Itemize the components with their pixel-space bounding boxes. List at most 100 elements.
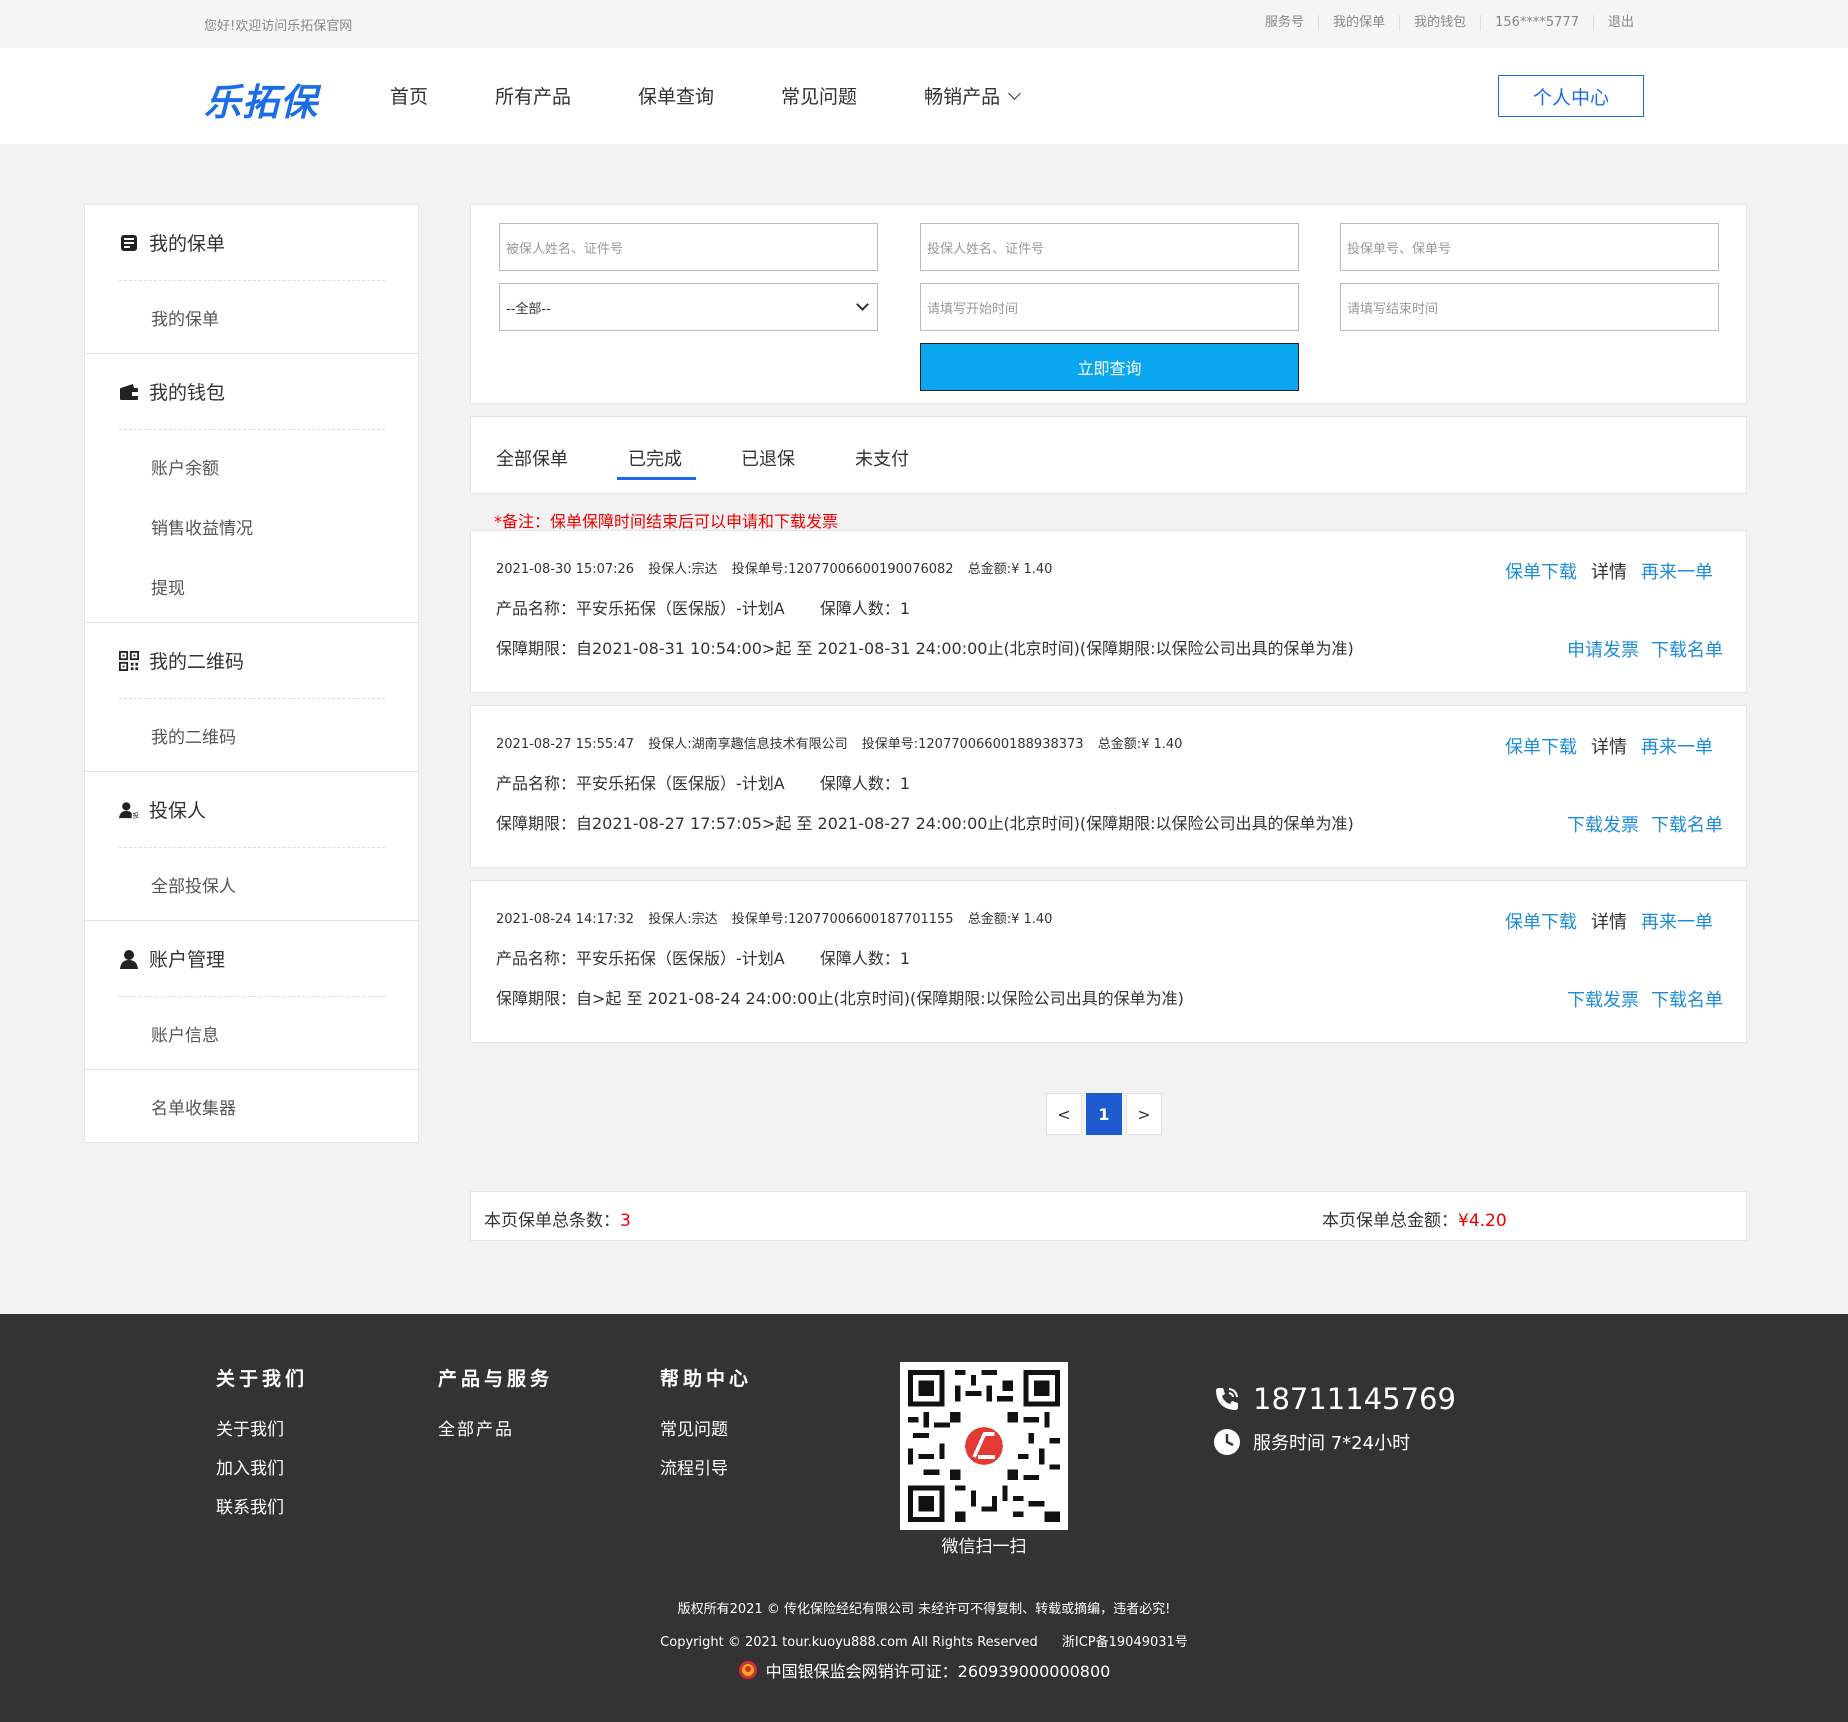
sidebar-section-applicant: 投 投保人 全部投保人 — [85, 772, 418, 921]
footer-link[interactable]: 全部产品 — [438, 1415, 553, 1440]
license-line: 中国银保监会网销许可证：260939000000800 — [0, 1658, 1848, 1682]
page-button-current[interactable]: 1 — [1086, 1093, 1122, 1135]
tab-all[interactable]: 全部保单 — [496, 445, 568, 471]
sidebar-item-withdraw[interactable]: 提现 — [119, 556, 385, 616]
service-account-link[interactable]: 服务号 — [1251, 15, 1318, 31]
my-policy-link[interactable]: 我的保单 — [1318, 15, 1399, 31]
logout-link[interactable]: 退出 — [1592, 15, 1648, 31]
policy-number-input[interactable]: 投保单号、保单号 — [1340, 223, 1719, 271]
sidebar-item-my-policy[interactable]: 我的保单 — [119, 287, 385, 347]
footer-col-title: 产品与服务 — [438, 1368, 554, 1390]
total-label: 本页保单总金额： — [1322, 1211, 1458, 1231]
details-link[interactable]: 详情 — [1591, 908, 1627, 934]
reorder-link[interactable]: 再来一单 — [1641, 733, 1713, 759]
invoice-note: *备注：保单保障时间结束后可以申请和下载发票 — [494, 512, 839, 531]
sidebar-item-earnings[interactable]: 销售收益情况 — [119, 496, 385, 556]
icp-number[interactable]: 浙ICP备19049031号 — [1062, 1635, 1188, 1650]
order-applicant: 投保人:宗达 — [648, 912, 718, 927]
nav-home[interactable]: 首页 — [390, 82, 428, 109]
sidebar-item-balance[interactable]: 账户余额 — [119, 436, 385, 496]
start-time-input[interactable]: 请填写开始时间 — [920, 283, 1299, 331]
my-wallet-link[interactable]: 我的钱包 — [1399, 15, 1480, 31]
footer-col-about: 关于我们 关于我们 加入我们 联系我们 — [216, 1364, 308, 1532]
order-applicant: 投保人:湖南享趣信息技术有限公司 — [648, 737, 848, 752]
nav-bestsellers-label: 畅销产品 — [924, 86, 1001, 108]
download-invoice-link[interactable]: 下载发票 — [1567, 811, 1639, 837]
service-time: 服务时间 7*24小时 — [1253, 1433, 1411, 1454]
download-invoice-link[interactable]: 下载发票 — [1567, 986, 1639, 1012]
download-list-link[interactable]: 下载名单 — [1651, 636, 1723, 662]
insured-search-input[interactable]: 被保人姓名、证件号 — [499, 223, 878, 271]
policy-download-link[interactable]: 保单下载 — [1505, 558, 1577, 584]
order-product: 产品名称：平安乐拓保（医保版）-计划A — [496, 599, 785, 618]
sidebar-item-list-collector[interactable]: 名单收集器 — [119, 1076, 385, 1136]
sidebar-head-label: 我的保单 — [149, 233, 226, 255]
details-link[interactable]: 详情 — [1591, 558, 1627, 584]
logo[interactable]: 乐拓保 — [204, 72, 318, 126]
count-value: 3 — [620, 1211, 631, 1231]
nav-faq[interactable]: 常见问题 — [781, 82, 857, 109]
welcome-text: 您好!欢迎访问乐拓保官网 — [204, 19, 353, 34]
contact-info: 18711145769 服务时间 7*24小时 — [1213, 1382, 1456, 1456]
order-insured-count: 保障人数：1 — [819, 599, 911, 618]
active-tab-indicator — [617, 477, 696, 480]
download-list-link[interactable]: 下载名单 — [1651, 986, 1723, 1012]
next-page-button[interactable]: > — [1126, 1093, 1162, 1135]
reorder-link[interactable]: 再来一单 — [1641, 558, 1713, 584]
footer-link[interactable]: 加入我们 — [216, 1454, 308, 1479]
nav-bestsellers[interactable]: 畅销产品 — [924, 82, 1021, 109]
sidebar-item-all-applicants[interactable]: 全部投保人 — [119, 854, 385, 914]
chevron-down-icon — [856, 298, 869, 311]
status-select-value: --全部-- — [506, 301, 551, 317]
applicant-search-input[interactable]: 投保人姓名、证件号 — [920, 223, 1299, 271]
order-applicant: 投保人:宗达 — [648, 562, 718, 577]
nav-all-products[interactable]: 所有产品 — [495, 82, 571, 109]
policy-download-link[interactable]: 保单下载 — [1505, 908, 1577, 934]
personal-center-button[interactable]: 个人中心 — [1498, 75, 1644, 117]
sidebar-head-policy: 我的保单 — [119, 205, 385, 281]
tab-refunded[interactable]: 已退保 — [741, 445, 795, 471]
policy-download-link[interactable]: 保单下载 — [1505, 733, 1577, 759]
order-amount: 总金额:¥ 1.40 — [967, 562, 1053, 577]
footer-link[interactable]: 关于我们 — [216, 1415, 308, 1440]
sidebar-section-wallet: 我的钱包 账户余额 销售收益情况 提现 — [85, 354, 418, 623]
order-amount: 总金额:¥ 1.40 — [967, 912, 1053, 927]
order-card: 2021-08-24 14:17:32 投保人:宗达 投保单号:12077006… — [470, 880, 1747, 1043]
footer-col-help: 帮助中心 常见问题 流程引导 — [660, 1364, 752, 1493]
page-summary: 本页保单总条数：3 本页保单总金额：¥4.20 — [470, 1191, 1747, 1241]
tab-completed[interactable]: 已完成 — [628, 445, 682, 471]
footer: 关于我们 关于我们 加入我们 联系我们 产品与服务 全部产品 帮助中心 常见问题… — [0, 1314, 1848, 1722]
end-time-input[interactable]: 请填写结束时间 — [1340, 283, 1719, 331]
nav-policy-query[interactable]: 保单查询 — [638, 82, 714, 109]
qrcode-icon — [119, 650, 139, 671]
reorder-link[interactable]: 再来一单 — [1641, 908, 1713, 934]
pagination: < 1 > — [1046, 1093, 1166, 1135]
order-meta: 2021-08-24 14:17:32 投保人:宗达 投保单号:12077006… — [496, 908, 1062, 927]
prev-page-button[interactable]: < — [1046, 1093, 1082, 1135]
footer-link[interactable]: 流程引导 — [660, 1454, 752, 1479]
tab-unpaid[interactable]: 未支付 — [855, 445, 909, 471]
query-button[interactable]: 立即查询 — [920, 343, 1299, 391]
details-link[interactable]: 详情 — [1591, 733, 1627, 759]
order-insured-count: 保障人数：1 — [819, 774, 911, 793]
header: 乐拓保 首页 所有产品 保单查询 常见问题 畅销产品 个人中心 — [0, 48, 1848, 144]
user-phone[interactable]: 156****5777 — [1480, 15, 1593, 31]
order-card: 2021-08-30 15:07:26 投保人:宗达 投保单号:12077006… — [470, 530, 1747, 693]
order-period: 保障期限：自2021-08-31 10:54:00>起 至 2021-08-31… — [496, 639, 1354, 658]
order-product: 产品名称：平安乐拓保（医保版）-计划A — [496, 949, 785, 968]
download-list-link[interactable]: 下载名单 — [1651, 811, 1723, 837]
sidebar-head-label: 投保人 — [149, 800, 207, 822]
sidebar-head-label: 我的二维码 — [149, 651, 245, 673]
apply-invoice-link[interactable]: 申请发票 — [1567, 636, 1639, 662]
svg-text:投: 投 — [133, 810, 139, 819]
user-icon — [119, 949, 139, 969]
footer-link[interactable]: 联系我们 — [216, 1493, 308, 1518]
footer-link[interactable]: 常见问题 — [660, 1415, 752, 1440]
qrcode-caption: 微信扫一扫 — [941, 1537, 1027, 1557]
order-policy-number: 投保单号:12077006600187701155 — [731, 912, 954, 927]
sidebar-item-my-qrcode[interactable]: 我的二维码 — [119, 705, 385, 765]
status-select[interactable]: --全部-- — [499, 283, 878, 331]
sidebar-item-account-info[interactable]: 账户信息 — [119, 1003, 385, 1063]
sidebar-head-wallet: 我的钱包 — [119, 354, 385, 430]
sidebar-head-applicant: 投 投保人 — [119, 772, 385, 848]
